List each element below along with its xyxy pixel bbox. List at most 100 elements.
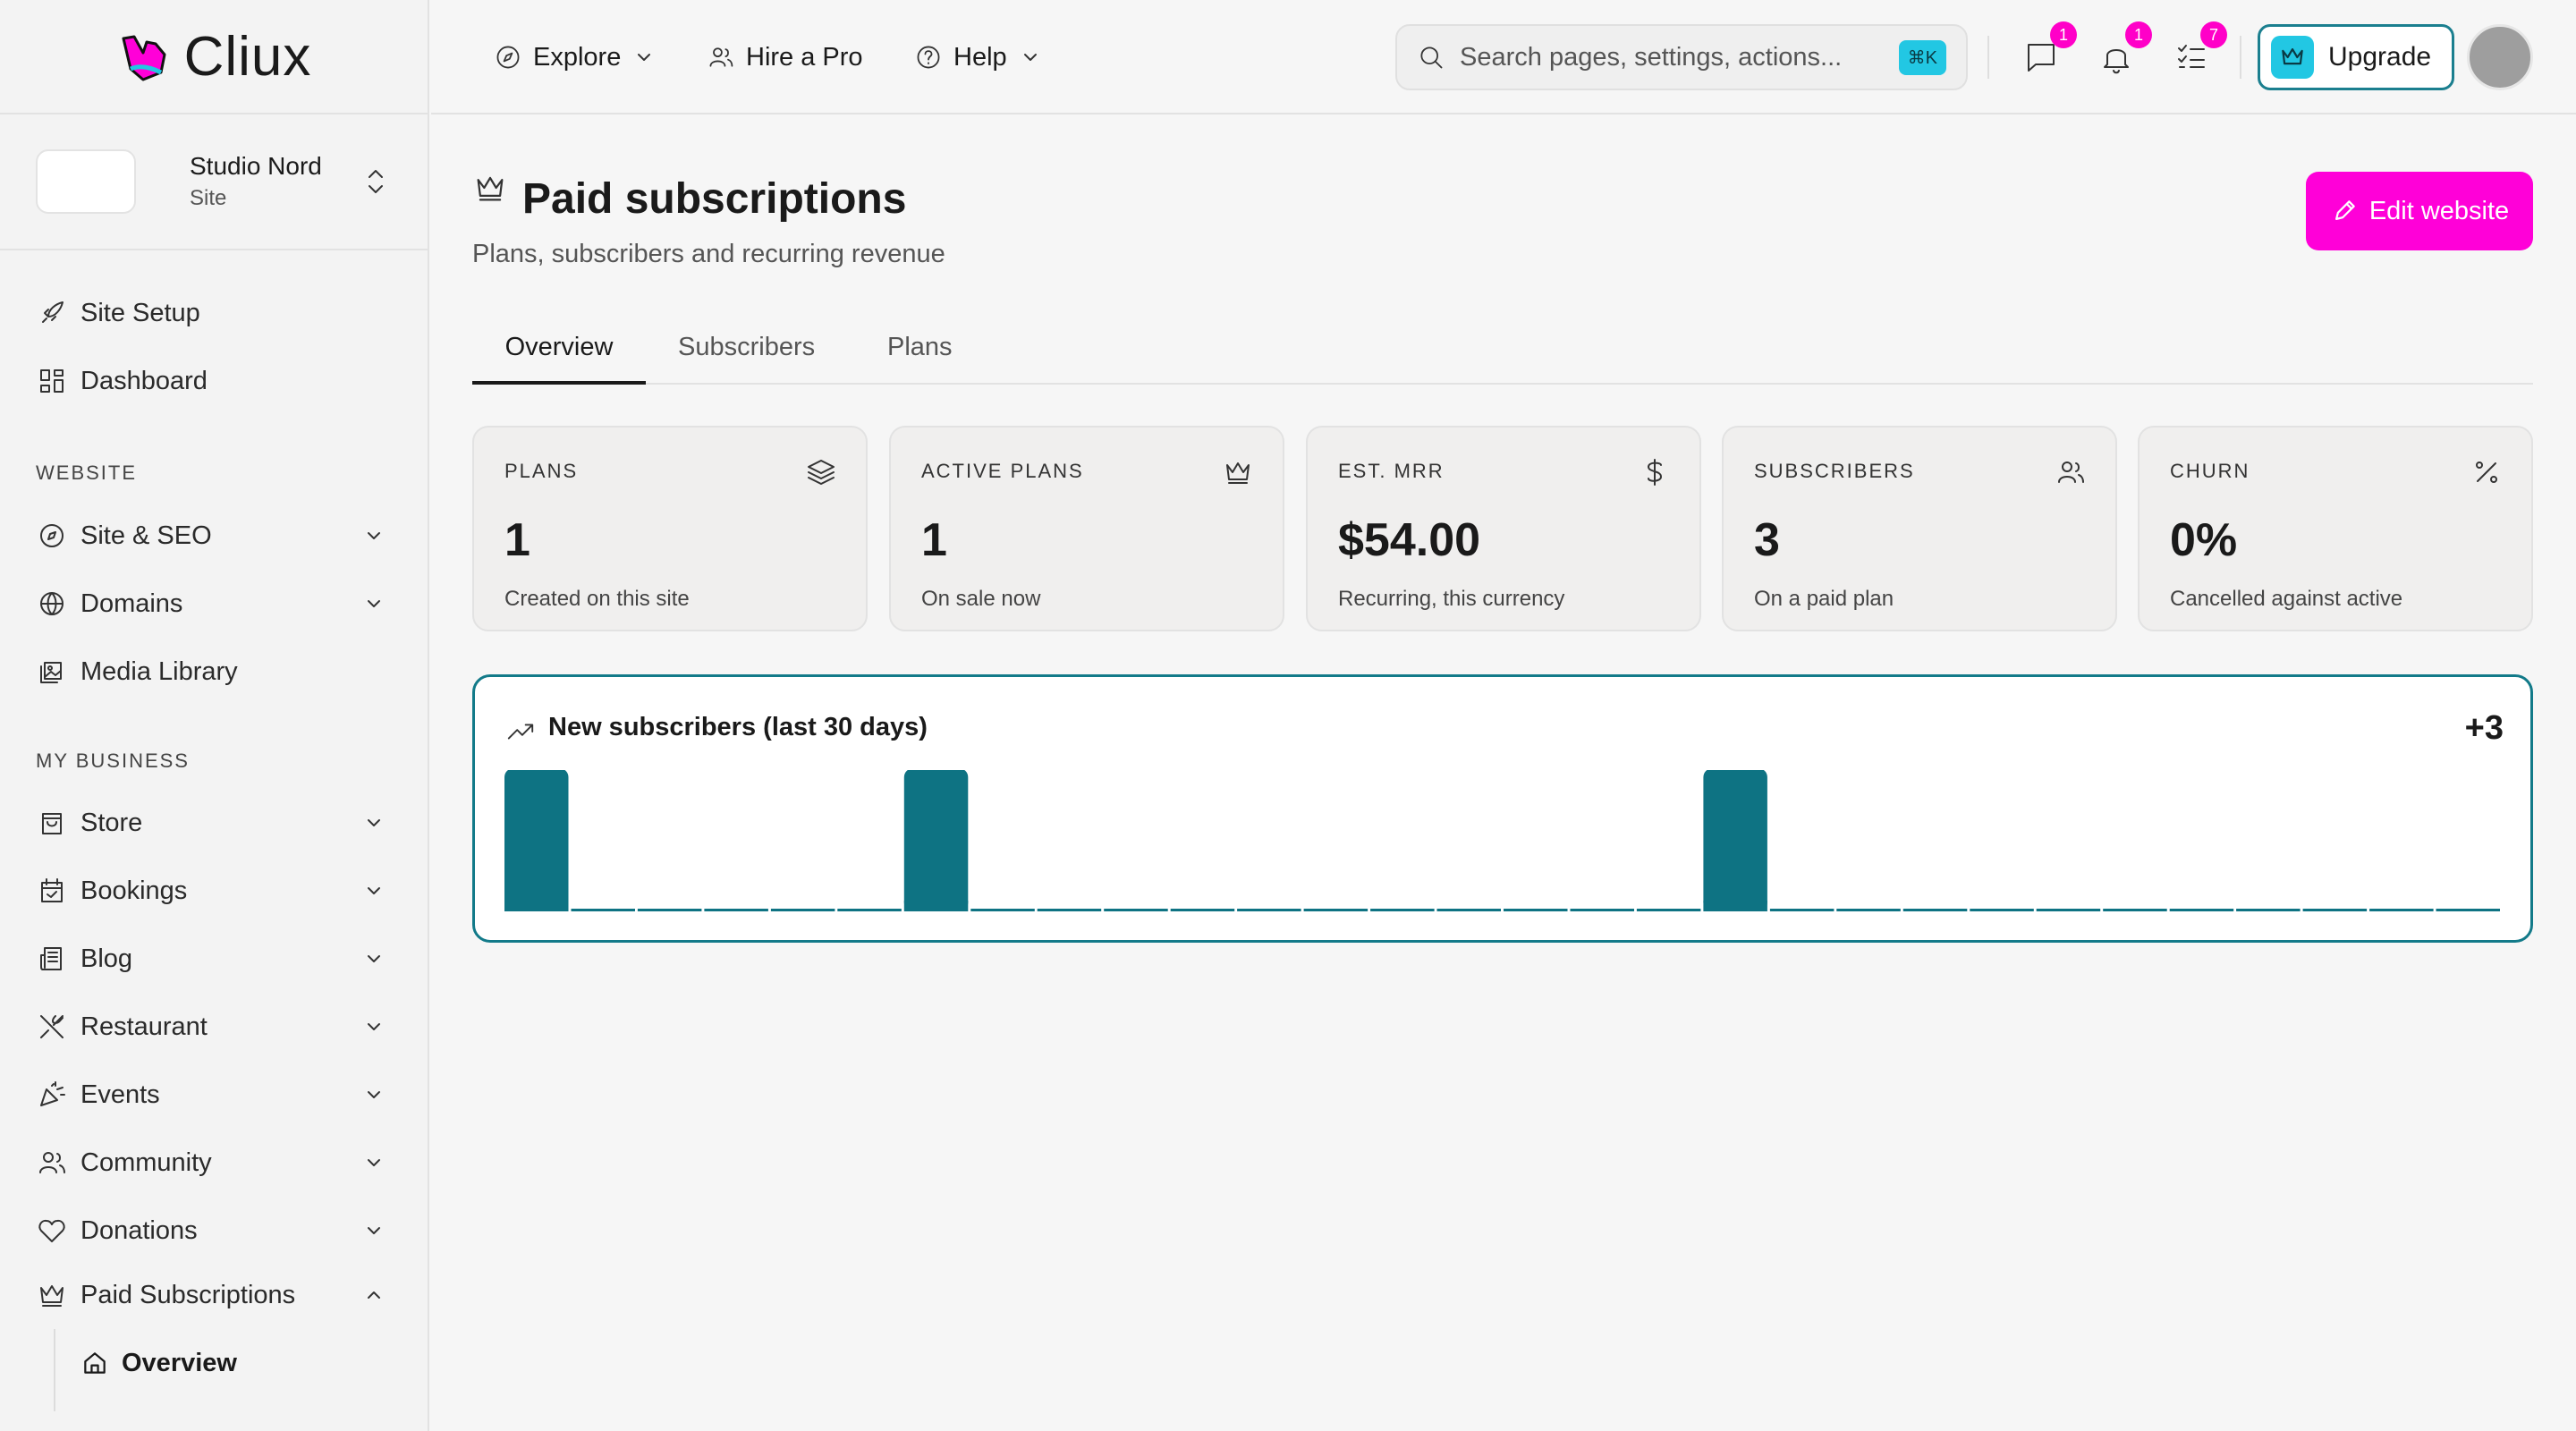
chart-bar-base <box>1703 901 1767 911</box>
stat-label: SUBSCRIBERS <box>1754 460 1915 482</box>
chevron-up-down-icon <box>369 170 383 193</box>
hire-a-pro-link[interactable]: Hire a Pro <box>707 36 863 79</box>
edit-website-label: Edit website <box>2368 196 2510 225</box>
sidebar-item-store[interactable]: Store <box>36 798 385 848</box>
explore-menu[interactable]: Explore <box>494 36 665 79</box>
chevron-down-icon <box>368 1023 380 1030</box>
brand-hand-icon <box>122 35 166 81</box>
sidebar-item-dashboard[interactable]: Dashboard <box>36 356 385 406</box>
chevron-down-icon <box>368 600 380 607</box>
upgrade-button[interactable]: Upgrade <box>2258 24 2454 90</box>
globe-icon <box>40 592 64 615</box>
sidebar-item-label: Site & SEO <box>80 521 212 550</box>
stat-label: ACTIVE PLANS <box>921 460 1084 482</box>
notifications-button[interactable]: 1 <box>2097 21 2152 77</box>
help-label: Help <box>953 42 1007 72</box>
stat-card-churn: CHURN 0% Cancelled against active <box>2138 426 2533 631</box>
sidebar-item-label: Dashboard <box>80 366 208 395</box>
chart-bar <box>1303 909 1368 911</box>
help-menu[interactable]: Help <box>914 36 1052 79</box>
chart-bar <box>1570 909 1634 911</box>
chart-bar <box>1370 909 1435 911</box>
divider <box>2240 36 2241 79</box>
chart-bar <box>2302 909 2368 911</box>
sidebar: Cliux Studio Nord Site Site Setup Dashbo… <box>0 0 429 1431</box>
topbar: Explore Hire a Pro Help Search pages, se… <box>431 0 2576 114</box>
sidebar-item-site-seo[interactable]: Site & SEO <box>36 511 385 561</box>
messages-button[interactable]: 1 <box>2021 21 2077 77</box>
bar-chart <box>504 770 2500 911</box>
chevron-down-icon <box>368 887 380 894</box>
divider <box>1987 36 1989 79</box>
sidebar-item-blog[interactable]: Blog <box>36 934 385 984</box>
tasks-button[interactable]: 7 <box>2172 21 2227 77</box>
users-icon <box>709 47 733 67</box>
chart-bar <box>2236 909 2301 911</box>
avatar[interactable] <box>2467 24 2533 90</box>
calendar-icon <box>41 878 63 902</box>
chart-bar <box>1170 909 1235 911</box>
hire-label: Hire a Pro <box>746 42 863 72</box>
tab-overview[interactable]: Overview <box>472 331 646 385</box>
sidebar-item-label: Community <box>80 1147 212 1177</box>
sidebar-item-label: Restaurant <box>80 1012 208 1041</box>
stat-value: 1 <box>504 514 530 566</box>
sidebar-item-donations[interactable]: Donations <box>36 1206 385 1256</box>
stat-description: Created on this site <box>504 587 690 611</box>
messages-badge: 1 <box>2050 21 2077 48</box>
chart-bar <box>1636 909 1701 911</box>
tasks-badge: 7 <box>2200 21 2227 48</box>
chart-bar <box>1504 909 1568 911</box>
chevron-down-icon <box>368 1091 380 1098</box>
sidebar-item-media-library[interactable]: Media Library <box>36 647 385 697</box>
pencil-icon <box>2334 200 2355 220</box>
chevron-down-icon <box>368 819 380 826</box>
chevron-down-icon <box>368 532 380 539</box>
new-subscribers-chart-card: New subscribers (last 30 days) +3 <box>472 674 2533 943</box>
sidebar-item-label: Donations <box>80 1215 198 1245</box>
party-popper-icon <box>40 1081 65 1106</box>
chart-bar <box>2369 909 2434 911</box>
stat-value: $54.00 <box>1338 514 1481 566</box>
layers-icon <box>808 460 835 485</box>
chart-bar <box>571 909 635 911</box>
sidebar-item-restaurant[interactable]: Restaurant <box>36 1002 385 1052</box>
tab-bar: Overview Subscribers Plans <box>472 322 2533 385</box>
utensils-icon <box>40 1015 64 1038</box>
sidebar-item-events[interactable]: Events <box>36 1070 385 1120</box>
sidebar-item-bookings[interactable]: Bookings <box>36 866 385 916</box>
chart-bar <box>1703 770 1767 911</box>
chart-bar <box>2103 909 2167 911</box>
sidebar-item-paid-subscriptions[interactable]: Paid Subscriptions <box>36 1270 385 1320</box>
percent-icon <box>2476 461 2497 483</box>
site-thumbnail <box>36 149 136 214</box>
logo[interactable]: Cliux <box>0 0 428 114</box>
submenu-rail <box>54 1329 55 1411</box>
edit-website-button[interactable]: Edit website <box>2306 172 2533 250</box>
stat-card-plans: PLANS 1 Created on this site <box>472 426 868 631</box>
sidebar-item-site-setup[interactable]: Site Setup <box>36 288 385 338</box>
sidebar-item-label: Media Library <box>80 656 238 686</box>
brand-name: Cliux <box>183 25 312 88</box>
sidebar-item-label: Bookings <box>80 876 188 905</box>
section-label-website: WEBSITE <box>36 461 138 484</box>
chart-bar <box>2169 909 2234 911</box>
upgrade-label: Upgrade <box>2328 42 2432 72</box>
sidebar-subitem-overview[interactable]: Overview <box>80 1338 385 1388</box>
search-input[interactable]: Search pages, settings, actions... ⌘K <box>1395 24 1968 90</box>
sidebar-item-domains[interactable]: Domains <box>36 579 385 629</box>
chart-bar <box>837 909 902 911</box>
stat-description: Cancelled against active <box>2170 587 2403 611</box>
tab-plans[interactable]: Plans <box>887 331 953 385</box>
stat-card-subscribers: SUBSCRIBERS 3 On a paid plan <box>1722 426 2117 631</box>
heart-icon <box>38 1219 65 1242</box>
sidebar-item-community[interactable]: Community <box>36 1138 385 1188</box>
chart-bar-base <box>903 901 969 911</box>
stat-label: CHURN <box>2170 460 2250 482</box>
image-icon <box>40 662 62 683</box>
site-switcher[interactable]: Studio Nord Site <box>0 114 428 250</box>
section-label-my-business: MY BUSINESS <box>36 749 190 772</box>
tab-subscribers[interactable]: Subscribers <box>678 331 815 385</box>
chevron-up-icon <box>368 1291 380 1299</box>
explore-label: Explore <box>533 42 622 72</box>
